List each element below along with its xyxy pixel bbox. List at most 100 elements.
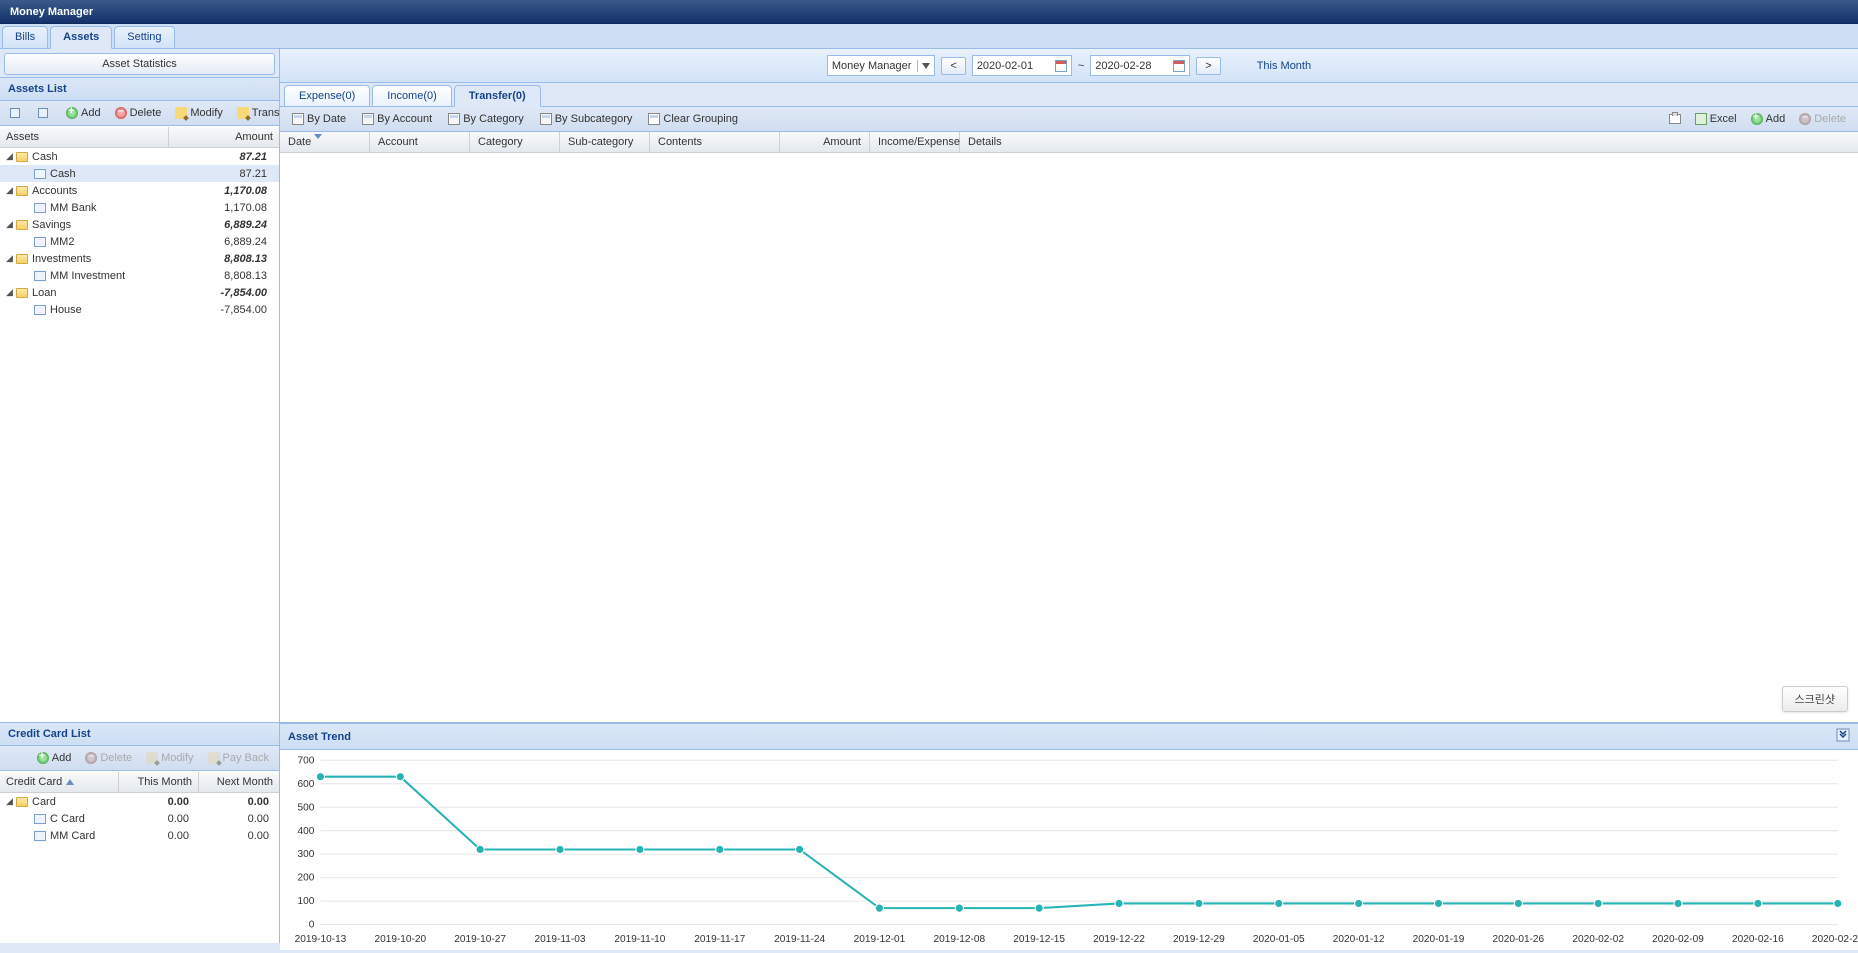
- gc-account[interactable]: Account: [370, 132, 470, 152]
- asset-amount: 6,889.24: [173, 219, 273, 231]
- asset-statistics-button[interactable]: Asset Statistics: [4, 53, 275, 75]
- dropdown-icon: [917, 60, 930, 72]
- svg-text:2019-11-17: 2019-11-17: [694, 934, 745, 945]
- cc-item-row[interactable]: MM Card0.000.00: [0, 827, 279, 844]
- calendar-icon[interactable]: [1173, 60, 1185, 72]
- chart-title: Asset Trend: [288, 731, 351, 743]
- asset-group-row[interactable]: ◢Cash87.21: [0, 148, 279, 165]
- gc-date[interactable]: Date: [280, 132, 370, 152]
- excel-button[interactable]: Excel: [1689, 110, 1743, 128]
- svg-text:2020-01-19: 2020-01-19: [1413, 934, 1465, 945]
- subtab-expense[interactable]: Expense(0): [284, 85, 370, 106]
- add-icon: [1751, 113, 1763, 125]
- asset-item-row[interactable]: MM26,889.24: [0, 233, 279, 250]
- asset-item-row[interactable]: MM Bank1,170.08: [0, 199, 279, 216]
- sidebar: Asset Statistics Assets List Add Delete …: [0, 49, 280, 943]
- asset-amount: 87.21: [173, 168, 273, 180]
- item-icon: [34, 305, 46, 315]
- asset-group-row[interactable]: ◢Savings6,889.24: [0, 216, 279, 233]
- col-assets[interactable]: Assets: [0, 127, 169, 147]
- expand-icon[interactable]: ◢: [6, 151, 16, 162]
- prev-period-button[interactable]: <: [941, 57, 965, 75]
- gc-income-expense[interactable]: Income/Expense: [870, 132, 960, 152]
- screenshot-badge[interactable]: 스크린샷: [1782, 686, 1848, 712]
- grid-delete-button[interactable]: Delete: [1793, 110, 1852, 128]
- svg-text:2020-02-23: 2020-02-23: [1812, 934, 1858, 945]
- tab-assets[interactable]: Assets: [50, 26, 112, 49]
- asset-group-row[interactable]: ◢Accounts1,170.08: [0, 182, 279, 199]
- assets-add-button[interactable]: Add: [60, 104, 107, 122]
- group-by-category-button[interactable]: By Category: [442, 110, 530, 128]
- cc-item-row[interactable]: C Card0.000.00: [0, 810, 279, 827]
- chart-collapse-button[interactable]: [1836, 728, 1850, 745]
- gc-category[interactable]: Category: [470, 132, 560, 152]
- calendar-icon[interactable]: [1055, 60, 1067, 72]
- assets-tree: ◢Cash87.21Cash87.21◢Accounts1,170.08MM B…: [0, 148, 279, 722]
- svg-text:2019-12-01: 2019-12-01: [854, 934, 906, 945]
- edit-icon: [175, 107, 187, 119]
- cc-payback-button[interactable]: Pay Back: [202, 749, 275, 767]
- tab-setting[interactable]: Setting: [114, 26, 174, 48]
- excel-icon: [1695, 113, 1707, 125]
- asset-name: Loan: [32, 287, 56, 299]
- cc-delete-button[interactable]: Delete: [79, 749, 138, 767]
- clear-grouping-button[interactable]: Clear Grouping: [642, 110, 744, 128]
- cc-modify-button[interactable]: Modify: [140, 749, 199, 767]
- credit-card-header: Credit Card List: [0, 722, 279, 746]
- svg-text:2019-11-10: 2019-11-10: [614, 934, 665, 945]
- asset-item-row[interactable]: MM Investment8,808.13: [0, 267, 279, 284]
- gc-contents[interactable]: Contents: [650, 132, 780, 152]
- assets-modify-button[interactable]: Modify: [169, 104, 228, 122]
- expand-icon[interactable]: ◢: [6, 185, 16, 196]
- asset-amount: 1,170.08: [173, 185, 273, 197]
- gc-details[interactable]: Details: [960, 132, 1858, 152]
- expand-icon[interactable]: ◢: [6, 253, 16, 264]
- grid-add-button[interactable]: Add: [1745, 110, 1792, 128]
- subtab-transfer[interactable]: Transfer(0): [454, 85, 541, 107]
- this-month-link[interactable]: This Month: [1257, 60, 1311, 72]
- group-icon: [362, 113, 374, 125]
- group-by-account-button[interactable]: By Account: [356, 110, 438, 128]
- date-to-input[interactable]: 2020-02-28: [1090, 55, 1190, 76]
- cc-col-this-month[interactable]: This Month: [119, 772, 199, 792]
- print-button[interactable]: [1663, 111, 1687, 127]
- expand-icon[interactable]: ◢: [6, 796, 16, 807]
- cc-group-row[interactable]: ◢Card0.000.00: [0, 793, 279, 810]
- cc-add-button[interactable]: Add: [31, 749, 78, 767]
- assets-grid-header: Assets Amount: [0, 126, 279, 148]
- asset-item-row[interactable]: Cash87.21: [0, 165, 279, 182]
- svg-text:2020-01-26: 2020-01-26: [1492, 934, 1544, 945]
- date-tilde: ~: [1078, 60, 1084, 72]
- next-period-button[interactable]: >: [1196, 57, 1220, 75]
- cc-col-card[interactable]: Credit Card: [0, 772, 119, 792]
- asset-amount: -7,854.00: [173, 304, 273, 316]
- svg-text:2019-12-29: 2019-12-29: [1173, 934, 1225, 945]
- asset-name: Cash: [32, 151, 58, 163]
- gc-subcategory[interactable]: Sub-category: [560, 132, 650, 152]
- sort-asc-icon: [66, 779, 74, 785]
- expand-icon[interactable]: ◢: [6, 287, 16, 298]
- group-by-subcategory-button[interactable]: By Subcategory: [534, 110, 639, 128]
- collapse-all-button[interactable]: [32, 105, 56, 121]
- asset-item-row[interactable]: House-7,854.00: [0, 301, 279, 318]
- tab-bills[interactable]: Bills: [2, 26, 48, 48]
- assets-delete-button[interactable]: Delete: [109, 104, 168, 122]
- date-from-input[interactable]: 2020-02-01: [972, 55, 1072, 76]
- expand-all-button[interactable]: [4, 105, 28, 121]
- expand-icon[interactable]: ◢: [6, 219, 16, 230]
- filter-bar: Money Manager < 2020-02-01 ~ 2020-02-28 …: [280, 49, 1858, 83]
- asset-group-row[interactable]: ◢Loan-7,854.00: [0, 284, 279, 301]
- cc-next-month: 0.00: [193, 813, 273, 825]
- group-icon: [292, 113, 304, 125]
- gc-amount[interactable]: Amount: [780, 132, 870, 152]
- cc-col-next-month[interactable]: Next Month: [199, 772, 279, 792]
- subtab-income[interactable]: Income(0): [372, 85, 452, 106]
- svg-text:2020-01-05: 2020-01-05: [1253, 934, 1305, 945]
- assets-list-header: Assets List: [0, 77, 279, 101]
- group-by-date-button[interactable]: By Date: [286, 110, 352, 128]
- asset-group-row[interactable]: ◢Investments8,808.13: [0, 250, 279, 267]
- svg-text:200: 200: [298, 873, 315, 884]
- col-amount[interactable]: Amount: [169, 127, 279, 147]
- grouping-toolbar: By Date By Account By Category By Subcat…: [280, 107, 1858, 132]
- book-selector[interactable]: Money Manager: [827, 55, 936, 76]
